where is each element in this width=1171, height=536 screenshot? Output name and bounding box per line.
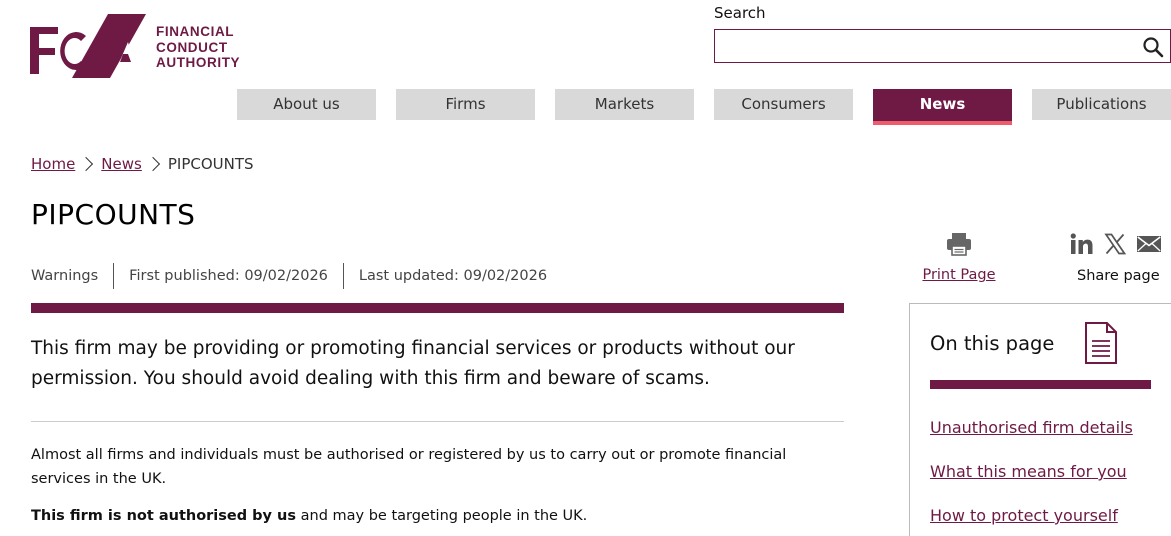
nav-tab-publications[interactable]: Publications (1032, 89, 1171, 120)
print-page-control[interactable]: Print Page (918, 230, 1000, 283)
search-box[interactable] (714, 29, 1171, 63)
nav-tab-markets[interactable]: Markets (555, 89, 694, 120)
category-label: Warnings (31, 268, 99, 284)
printer-icon[interactable] (945, 230, 973, 258)
nav-tab-firms[interactable]: Firms (396, 89, 535, 120)
warning-summary: This firm may be providing or promoting … (31, 338, 795, 389)
not-authorised-paragraph: This firm is not authorised by us and ma… (31, 505, 844, 527)
chevron-right-icon (79, 156, 94, 172)
last-updated: Last updated: 09/02/2026 (342, 263, 562, 289)
nav-tab-about-us[interactable]: About us (237, 89, 376, 120)
content-accent-bar (31, 303, 844, 313)
not-authorised-bold: This firm is not authorised by us (31, 508, 297, 524)
share-icons (1070, 233, 1162, 255)
chevron-right-icon (145, 156, 160, 172)
on-this-page-link-firm-details[interactable]: Unauthorised firm details (930, 418, 1133, 437)
intro-paragraph: Almost all firms and individuals must be… (31, 447, 787, 487)
page-title: PIPCOUNTS (31, 198, 196, 231)
linkedin-icon[interactable] (1070, 233, 1094, 255)
breadcrumb-current: PIPCOUNTS (167, 155, 254, 173)
logo-line-1: FINANCIAL (156, 24, 235, 39)
on-this-page-accent-bar (930, 380, 1151, 389)
first-published: First published: 09/02/2026 (113, 263, 343, 289)
breadcrumb-news-link[interactable]: News (101, 155, 142, 173)
not-authorised-rest: and may be targeting people in the UK. (296, 508, 588, 524)
page-meta: Warnings First published: 09/02/2026 Las… (31, 263, 562, 289)
x-icon[interactable] (1104, 233, 1126, 255)
search-label: Search (714, 4, 766, 22)
on-this-page-panel: On this page Unauthorised firm details W… (909, 303, 1171, 536)
print-page-link[interactable]: Print Page (922, 267, 995, 283)
divider (31, 421, 844, 422)
search-input[interactable] (715, 30, 1135, 62)
share-page-label: Share page (1077, 268, 1160, 284)
document-icon (1085, 322, 1117, 364)
logo-line-2: CONDUCT (156, 39, 228, 55)
on-this-page-link-protect-yourself[interactable]: How to protect yourself (930, 506, 1118, 525)
fca-logo-mark (30, 14, 146, 78)
nav-tab-news[interactable]: News (873, 89, 1012, 125)
search-icon[interactable] (1142, 36, 1164, 58)
breadcrumb: Home News PIPCOUNTS (31, 155, 254, 173)
on-this-page-title: On this page (930, 332, 1055, 355)
on-this-page-link-what-this-means[interactable]: What this means for you (930, 462, 1127, 481)
logo-wordmark: FINANCIAL CONDUCT AUTHORITY (156, 24, 240, 71)
nav-tab-consumers[interactable]: Consumers (714, 89, 853, 120)
logo-line-3: AUTHORITY (156, 55, 241, 70)
email-icon[interactable] (1136, 234, 1162, 254)
breadcrumb-home-link[interactable]: Home (31, 155, 75, 173)
